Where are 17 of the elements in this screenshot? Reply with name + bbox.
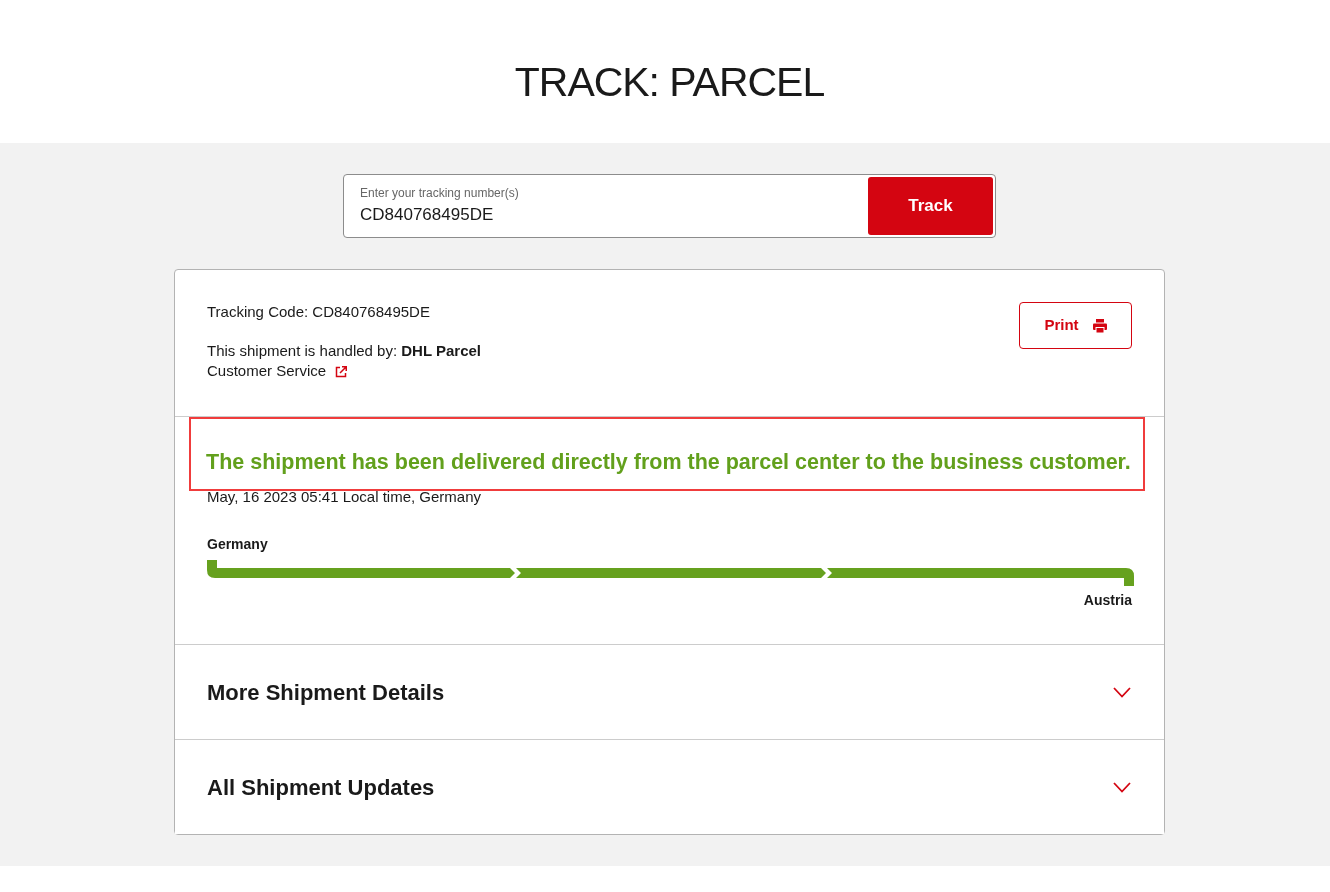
external-link-icon — [335, 366, 348, 378]
field-label: Enter your tracking number(s) — [360, 186, 519, 200]
page-title: TRACK: PARCEL — [514, 62, 825, 103]
track-button[interactable]: Track — [868, 177, 993, 235]
chevron-icon — [1113, 781, 1131, 793]
origin-label: Germany — [207, 535, 268, 554]
timestamp-text: May, 16 2023 05:41 Local time, Germany — [207, 487, 482, 507]
print-button[interactable]: Print — [1019, 302, 1132, 349]
handler-text: This shipment is handled by: DHL Parcel — [207, 341, 482, 361]
tracking-number-input[interactable]: CD840768495DE — [360, 204, 780, 226]
accordion-header[interactable]: All Shipment Updates — [175, 739, 1164, 834]
customer-service-link[interactable]: Customer Service — [207, 361, 348, 381]
chevron-icon — [1113, 686, 1131, 698]
tracking-code-text: Tracking Code: CD840768495DE — [207, 302, 430, 322]
destination-label: Austria — [1083, 591, 1132, 610]
status-message: The shipment has been delivered directly from the parcel center to the business customer. — [206, 450, 1131, 474]
printer-icon — [1092, 318, 1107, 333]
